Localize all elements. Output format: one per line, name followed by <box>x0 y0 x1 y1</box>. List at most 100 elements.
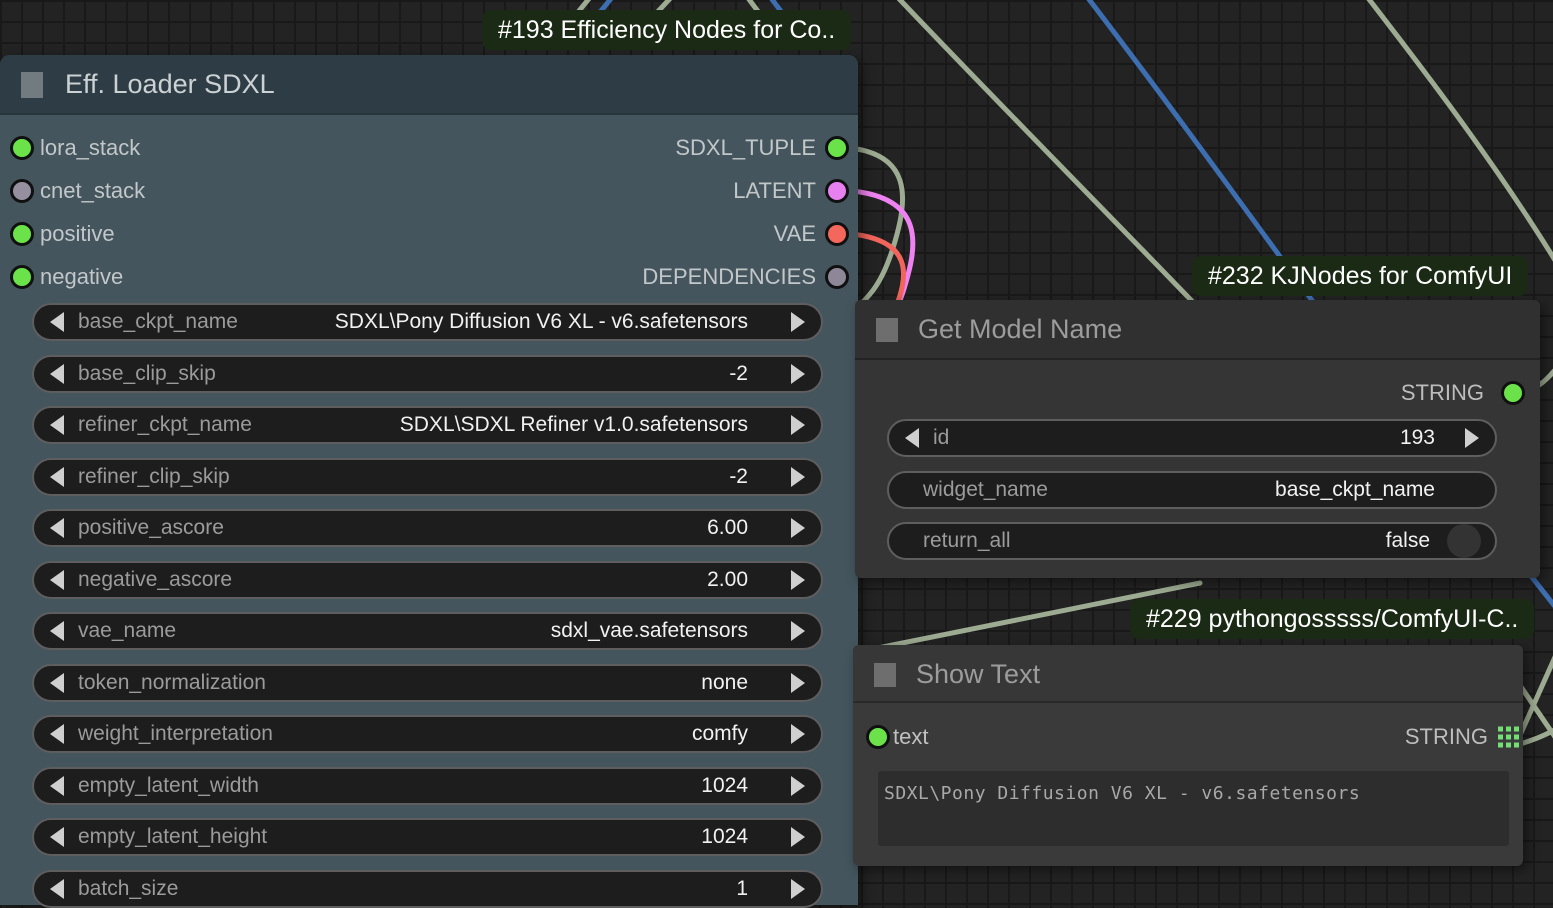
widget-empty-latent-height[interactable]: empty_latent_height 1024 <box>32 818 823 856</box>
widget-value: sdxl_vae.safetensors <box>551 619 748 643</box>
arrow-left-icon[interactable] <box>50 724 64 744</box>
collapse-icon[interactable] <box>876 318 898 342</box>
arrow-right-icon[interactable] <box>791 621 805 641</box>
widget-label: return_all <box>923 529 1011 553</box>
widget-value: comfy <box>692 722 748 746</box>
node-badge-193: #193 Efficiency Nodes for Co.. <box>482 10 851 50</box>
node-badge-229: #229 pythongosssss/ComfyUI-C.. <box>1130 599 1534 639</box>
widget-value: SDXL\SDXL Refiner v1.0.safetensors <box>400 413 748 437</box>
arrow-left-icon[interactable] <box>50 776 64 796</box>
output-port-dependencies[interactable] <box>825 265 849 289</box>
widget-value: SDXL\Pony Diffusion V6 XL - v6.safetenso… <box>335 310 748 334</box>
output-label: LATENT <box>733 178 816 204</box>
widget-value: 6.00 <box>707 516 748 540</box>
node-title-bar[interactable]: Get Model Name <box>855 300 1540 360</box>
input-label: cnet_stack <box>40 178 145 204</box>
widget-value: 1 <box>736 877 748 901</box>
widget-label: vae_name <box>78 619 176 643</box>
widget-label: batch_size <box>78 877 178 901</box>
widget-value: 1024 <box>701 825 748 849</box>
node-title: Get Model Name <box>918 300 1122 358</box>
arrow-right-icon[interactable] <box>1465 428 1479 448</box>
widget-refiner-clip-skip[interactable]: refiner_clip_skip -2 <box>32 458 823 496</box>
input-port-cnet-stack[interactable] <box>10 179 34 203</box>
widget-label: base_clip_skip <box>78 362 216 386</box>
input-port-lora-stack[interactable] <box>10 136 34 160</box>
wire-sage-showtext-out <box>1520 722 1553 744</box>
output-port-sdxl-tuple[interactable] <box>825 136 849 160</box>
wire-sage-top-right <box>1358 0 1553 285</box>
output-port-vae[interactable] <box>825 222 849 246</box>
arrow-right-icon[interactable] <box>791 364 805 384</box>
input-port-text[interactable] <box>866 725 890 749</box>
widget-return-all[interactable]: return_all false <box>887 522 1497 560</box>
arrow-right-icon[interactable] <box>791 312 805 332</box>
input-label: positive <box>40 221 115 247</box>
node-title-bar[interactable]: Eff. Loader SDXL <box>0 55 858 115</box>
widget-batch-size[interactable]: batch_size 1 <box>32 870 823 908</box>
arrow-left-icon[interactable] <box>50 827 64 847</box>
arrow-left-icon[interactable] <box>905 428 919 448</box>
arrow-right-icon[interactable] <box>791 518 805 538</box>
arrow-right-icon[interactable] <box>791 879 805 899</box>
node-show-text[interactable]: Show Text text STRING SDXL\Pony Diffusio… <box>853 645 1523 866</box>
arrow-right-icon[interactable] <box>791 673 805 693</box>
input-label: lora_stack <box>40 135 140 161</box>
arrow-left-icon[interactable] <box>50 673 64 693</box>
show-text-output-area[interactable]: SDXL\Pony Diffusion V6 XL - v6.safetenso… <box>878 771 1509 846</box>
output-port-string[interactable] <box>1501 381 1525 405</box>
node-eff-loader-sdxl[interactable]: Eff. Loader SDXL lora_stack SDXL_TUPLE c… <box>0 55 858 905</box>
widget-token-normalization[interactable]: token_normalization none <box>32 664 823 702</box>
output-port-latent[interactable] <box>825 179 849 203</box>
node-get-model-name[interactable]: Get Model Name STRING id 193 widget_name… <box>855 300 1540 578</box>
widget-empty-latent-width[interactable]: empty_latent_width 1024 <box>32 767 823 805</box>
arrow-left-icon[interactable] <box>50 364 64 384</box>
widget-label: empty_latent_width <box>78 774 259 798</box>
output-label: STRING <box>1401 380 1484 406</box>
widget-value: 2.00 <box>707 568 748 592</box>
widget-base-ckpt-name[interactable]: base_ckpt_name SDXL\Pony Diffusion V6 XL… <box>32 303 823 341</box>
widget-refiner-ckpt-name[interactable]: refiner_ckpt_name SDXL\SDXL Refiner v1.0… <box>32 406 823 444</box>
boolean-toggle[interactable] <box>1447 524 1481 558</box>
collapse-icon[interactable] <box>874 663 896 687</box>
collapse-icon[interactable] <box>21 72 43 98</box>
widget-label: refiner_clip_skip <box>78 465 230 489</box>
shown-text-value: SDXL\Pony Diffusion V6 XL - v6.safetenso… <box>884 783 1360 804</box>
node-badge-232: #232 KJNodes for ComfyUI <box>1192 256 1528 296</box>
arrow-left-icon[interactable] <box>50 518 64 538</box>
arrow-left-icon[interactable] <box>50 570 64 590</box>
arrow-left-icon[interactable] <box>50 312 64 332</box>
widget-value: base_ckpt_name <box>1275 478 1435 502</box>
arrow-right-icon[interactable] <box>791 776 805 796</box>
node-title-bar[interactable]: Show Text <box>853 645 1523 703</box>
widget-label: positive_ascore <box>78 516 224 540</box>
output-label: VAE <box>774 221 816 247</box>
widget-negative-ascore[interactable]: negative_ascore 2.00 <box>32 561 823 599</box>
widget-base-clip-skip[interactable]: base_clip_skip -2 <box>32 355 823 393</box>
widget-value: -2 <box>729 362 748 386</box>
arrow-right-icon[interactable] <box>791 415 805 435</box>
arrow-left-icon[interactable] <box>50 621 64 641</box>
grid-output-icon[interactable] <box>1498 727 1519 748</box>
arrow-left-icon[interactable] <box>50 467 64 487</box>
widget-positive-ascore[interactable]: positive_ascore 6.00 <box>32 509 823 547</box>
input-port-positive[interactable] <box>10 222 34 246</box>
widget-value: 193 <box>1400 426 1435 450</box>
widget-id[interactable]: id 193 <box>887 419 1497 457</box>
widget-widget-name[interactable]: widget_name base_ckpt_name <box>887 471 1497 509</box>
arrow-right-icon[interactable] <box>791 724 805 744</box>
widget-vae-name[interactable]: vae_name sdxl_vae.safetensors <box>32 612 823 650</box>
input-port-negative[interactable] <box>10 265 34 289</box>
widget-value: 1024 <box>701 774 748 798</box>
wire-sage-top <box>886 0 1215 325</box>
arrow-right-icon[interactable] <box>791 467 805 487</box>
arrow-right-icon[interactable] <box>791 827 805 847</box>
arrow-left-icon[interactable] <box>50 879 64 899</box>
widget-value: none <box>701 671 748 695</box>
arrow-right-icon[interactable] <box>791 570 805 590</box>
arrow-left-icon[interactable] <box>50 415 64 435</box>
widget-weight-interpretation[interactable]: weight_interpretation comfy <box>32 715 823 753</box>
widget-label: widget_name <box>923 478 1048 502</box>
widget-value: -2 <box>729 465 748 489</box>
output-label: STRING <box>1405 724 1488 750</box>
